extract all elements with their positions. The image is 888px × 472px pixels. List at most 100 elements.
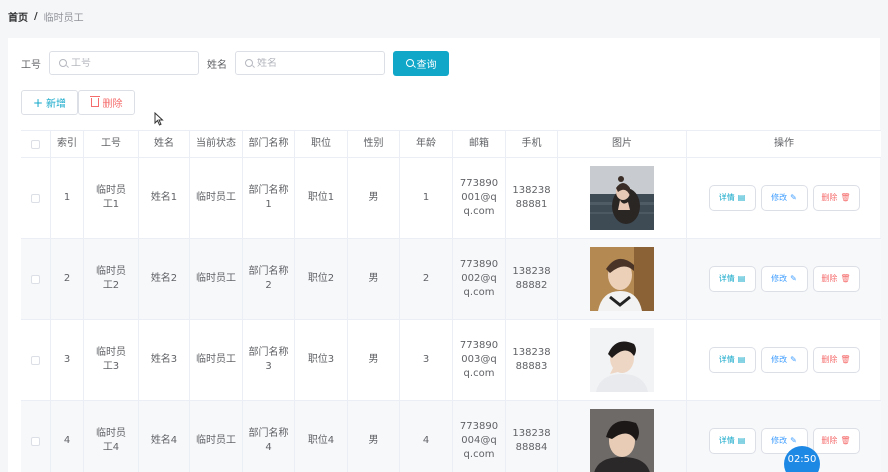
row-checkbox[interactable] (31, 436, 40, 446)
edit-label: 修改 (771, 436, 788, 445)
cell-email: 773890001@qq.com (459, 178, 499, 217)
pencil-icon: ✎ (790, 193, 797, 202)
cell-id: 临时员工4 (96, 428, 126, 453)
delete-button[interactable]: 删除 🗑 (812, 266, 860, 292)
row-checkbox[interactable] (31, 274, 40, 284)
edit-button[interactable]: 修改 ✎ (760, 347, 808, 373)
detail-label: 详情 (718, 274, 735, 283)
breadcrumb-current: 临时员工 (43, 13, 84, 24)
cell-dept: 部门名称2 (248, 266, 289, 291)
breadcrumb: 首页 / 临时员工 (8, 9, 84, 24)
cell-phone: 13823888882 (512, 266, 551, 291)
cell-age: 2 (400, 239, 453, 319)
cell-index: 1 (51, 158, 84, 238)
header-id[interactable]: 工号 (84, 131, 139, 157)
trash-icon: 🗑 (840, 274, 851, 283)
select-all-checkbox[interactable] (31, 139, 40, 149)
employee-id-label: 工号 (21, 59, 41, 71)
cell-status: 临时员工 (190, 158, 243, 238)
cell-id: 临时员工2 (96, 266, 126, 291)
document-icon: ▤ (737, 355, 746, 364)
header-age[interactable]: 年龄 (400, 131, 453, 157)
cell-age: 3 (400, 320, 453, 400)
add-button[interactable]: + 新增 (21, 90, 78, 115)
cell-dept: 部门名称4 (248, 428, 289, 453)
trash-icon: 🗑 (840, 355, 851, 364)
document-icon: ▤ (737, 193, 746, 202)
cell-age: 4 (400, 401, 453, 472)
mouse-cursor-icon (154, 112, 164, 126)
delete-label: 删除 (821, 355, 838, 364)
edit-label: 修改 (771, 193, 788, 202)
cell-email: 773890004@qq.com (459, 421, 499, 460)
document-icon: ▤ (737, 274, 746, 283)
row-checkbox[interactable] (31, 355, 40, 365)
cell-status: 临时员工 (190, 239, 243, 319)
trash-icon: 🗑 (840, 436, 851, 445)
pencil-icon: ✎ (790, 274, 797, 283)
cell-age: 1 (400, 158, 453, 238)
header-status[interactable]: 当前状态 (190, 131, 243, 157)
cell-phone: 13823888881 (512, 185, 551, 210)
employee-table: 索引 工号 姓名 当前状态 部门名称 职位 性别 年龄 邮箱 手机 图片 操作 … (21, 130, 881, 472)
delete-label: 删除 (821, 274, 838, 283)
photo-man-1 (590, 247, 654, 311)
pencil-icon: ✎ (790, 355, 797, 364)
breadcrumb-separator: / (34, 11, 38, 22)
plus-icon: + (32, 95, 44, 110)
cell-index: 2 (51, 239, 84, 319)
cell-name: 姓名1 (139, 158, 190, 238)
cell-name: 姓名2 (139, 239, 190, 319)
name-field[interactable] (235, 51, 385, 75)
search-icon (59, 59, 67, 67)
header-gender[interactable]: 性别 (348, 131, 400, 157)
cell-dept: 部门名称1 (248, 185, 289, 210)
header-email[interactable]: 邮箱 (453, 131, 506, 157)
photo-man-3 (590, 409, 654, 472)
delete-button[interactable]: 删除 🗑 (812, 428, 860, 454)
header-phone[interactable]: 手机 (506, 131, 558, 157)
header-position[interactable]: 职位 (295, 131, 348, 157)
breadcrumb-home[interactable]: 首页 (8, 9, 28, 24)
edit-button[interactable]: 修改 ✎ (760, 185, 808, 211)
query-button[interactable]: 查询 (393, 50, 449, 76)
detail-button[interactable]: 详情 ▤ (708, 428, 756, 454)
header-index[interactable]: 索引 (51, 131, 84, 157)
photo-woman-seaside (590, 166, 654, 230)
cell-position: 职位3 (295, 320, 348, 400)
name-input[interactable] (257, 57, 367, 69)
cell-name: 姓名4 (139, 401, 190, 472)
detail-button[interactable]: 详情 ▤ (708, 185, 756, 211)
cell-dept: 部门名称3 (248, 347, 289, 372)
cell-gender: 男 (348, 320, 400, 400)
delete-label: 删除 (821, 436, 838, 445)
table-header: 索引 工号 姓名 当前状态 部门名称 职位 性别 年龄 邮箱 手机 图片 操作 (21, 130, 881, 158)
detail-label: 详情 (718, 193, 735, 202)
header-dept[interactable]: 部门名称 (243, 131, 295, 157)
delete-label: 删除 (821, 193, 838, 202)
detail-button[interactable]: 详情 ▤ (708, 266, 756, 292)
cell-name: 姓名3 (139, 320, 190, 400)
table-row: 4 临时员工4 姓名4 临时员工 部门名称4 职位4 男 4 773890004… (21, 401, 881, 472)
cell-index: 4 (51, 401, 84, 472)
content-card: 工号 姓名 查询 + 新增 删除 索引 工号 姓名 当前状态 (8, 38, 881, 472)
document-icon: ▤ (737, 436, 746, 445)
employee-id-input[interactable] (71, 57, 181, 69)
row-checkbox[interactable] (31, 193, 40, 203)
edit-button[interactable]: 修改 ✎ (760, 266, 808, 292)
delete-button[interactable]: 删除 🗑 (812, 347, 860, 373)
bulk-delete-button[interactable]: 删除 (78, 90, 135, 115)
cell-phone: 13823888884 (512, 428, 551, 453)
name-label: 姓名 (207, 59, 227, 71)
header-name[interactable]: 姓名 (139, 131, 190, 157)
employee-id-field[interactable] (49, 51, 199, 75)
cell-index: 3 (51, 320, 84, 400)
search-form: 工号 姓名 查询 (21, 50, 449, 76)
cell-id: 临时员工1 (96, 185, 126, 210)
cell-status: 临时员工 (190, 320, 243, 400)
cell-position: 职位4 (295, 401, 348, 472)
cell-position: 职位2 (295, 239, 348, 319)
delete-button[interactable]: 删除 🗑 (812, 185, 860, 211)
detail-button[interactable]: 详情 ▤ (708, 347, 756, 373)
header-photo: 图片 (558, 131, 687, 157)
